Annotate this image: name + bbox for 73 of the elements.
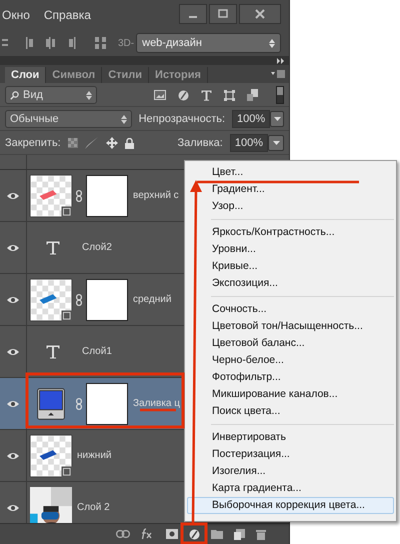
blend-mode-dropdown[interactable]: Обычные xyxy=(5,110,132,128)
adjustment-icon[interactable] xyxy=(189,528,200,540)
panel-tab[interactable]: Стили xyxy=(102,67,150,83)
opacity-label: Непрозрачность: xyxy=(138,113,226,125)
type-icon xyxy=(46,240,60,254)
opacity-arrow-button[interactable] xyxy=(270,111,284,127)
layer-name: средний xyxy=(133,294,172,305)
highlight-frame xyxy=(180,522,208,544)
workspace-dropdown[interactable]: web-дизайн xyxy=(136,33,281,53)
link-icon xyxy=(76,294,82,306)
fill-field[interactable]: 100% xyxy=(230,134,268,152)
mask-thumbnail xyxy=(86,174,128,216)
lock-icon[interactable] xyxy=(124,138,134,148)
menu-item[interactable]: Выборочная коррекция цвета... xyxy=(187,497,394,514)
layer-thumbnail xyxy=(30,434,72,476)
eye-icon[interactable] xyxy=(7,400,19,408)
mask-thumbnail xyxy=(86,278,128,320)
link-icon[interactable] xyxy=(116,530,130,538)
half-circle-icon[interactable] xyxy=(178,90,189,100)
menu-item[interactable]: Окно xyxy=(2,8,30,22)
mode-label: 3D- xyxy=(118,38,134,48)
search-icon xyxy=(10,90,19,100)
folder-icon[interactable] xyxy=(211,529,223,539)
trash-icon[interactable] xyxy=(256,528,266,540)
link-icon xyxy=(76,398,82,410)
smart-object-icon[interactable] xyxy=(247,89,258,101)
filter-toggle[interactable] xyxy=(276,86,284,104)
filter-dropdown[interactable]: Вид xyxy=(5,86,97,104)
layer-name: нижний xyxy=(77,450,112,461)
eye-icon[interactable] xyxy=(7,348,19,356)
transform-icon[interactable] xyxy=(224,90,235,100)
underline-mark xyxy=(140,408,176,412)
eye-icon[interactable] xyxy=(7,244,19,252)
layer-thumbnail xyxy=(30,174,72,216)
panel-menu-icon[interactable] xyxy=(271,70,285,78)
fill-label: Заливка: xyxy=(177,137,223,149)
panel-tab[interactable]: Слои xyxy=(5,67,46,83)
eye-icon[interactable] xyxy=(7,452,19,460)
move-icon[interactable] xyxy=(106,137,118,149)
eye-icon[interactable] xyxy=(7,192,19,200)
new-layer-icon[interactable] xyxy=(234,528,245,540)
layer-name: Слой 2 xyxy=(77,502,110,513)
fill-arrow-button[interactable] xyxy=(268,135,284,151)
type-icon xyxy=(46,344,60,358)
eye-icon[interactable] xyxy=(7,504,19,512)
eye-icon[interactable] xyxy=(7,296,19,304)
minimize-icon[interactable] xyxy=(179,4,207,24)
caret-icon xyxy=(274,117,281,121)
stepper-icon xyxy=(86,90,92,100)
close-icon[interactable] xyxy=(239,4,281,24)
panel-tab[interactable]: История xyxy=(149,67,208,83)
mask-icon[interactable] xyxy=(166,529,178,539)
image-icon[interactable] xyxy=(154,90,166,100)
layer-thumbnail xyxy=(30,278,72,320)
mask-thumbnail xyxy=(86,382,128,424)
menu-item[interactable]: Справка xyxy=(44,8,91,22)
lock-label: Закрепить: xyxy=(5,137,61,149)
link-icon xyxy=(76,190,82,202)
layer-name: Слой1 xyxy=(82,346,112,357)
opacity-field[interactable]: 100% xyxy=(232,110,270,128)
caret-icon xyxy=(272,141,280,145)
menu-item[interactable]: Карта градиента... xyxy=(187,480,394,497)
stepper-icon xyxy=(269,38,275,48)
type-icon[interactable] xyxy=(201,90,212,100)
panel-tab[interactable]: Символ xyxy=(46,67,102,83)
maximize-icon[interactable] xyxy=(209,4,237,24)
checker-icon[interactable] xyxy=(68,138,78,148)
layer-name: Слой2 xyxy=(82,242,112,253)
layer-name: Заливка ц xyxy=(133,398,180,409)
stepper-icon xyxy=(120,114,127,124)
brush-icon[interactable] xyxy=(84,137,99,149)
layer-name: верхний с xyxy=(133,190,179,201)
distribute-icon[interactable] xyxy=(94,36,108,50)
